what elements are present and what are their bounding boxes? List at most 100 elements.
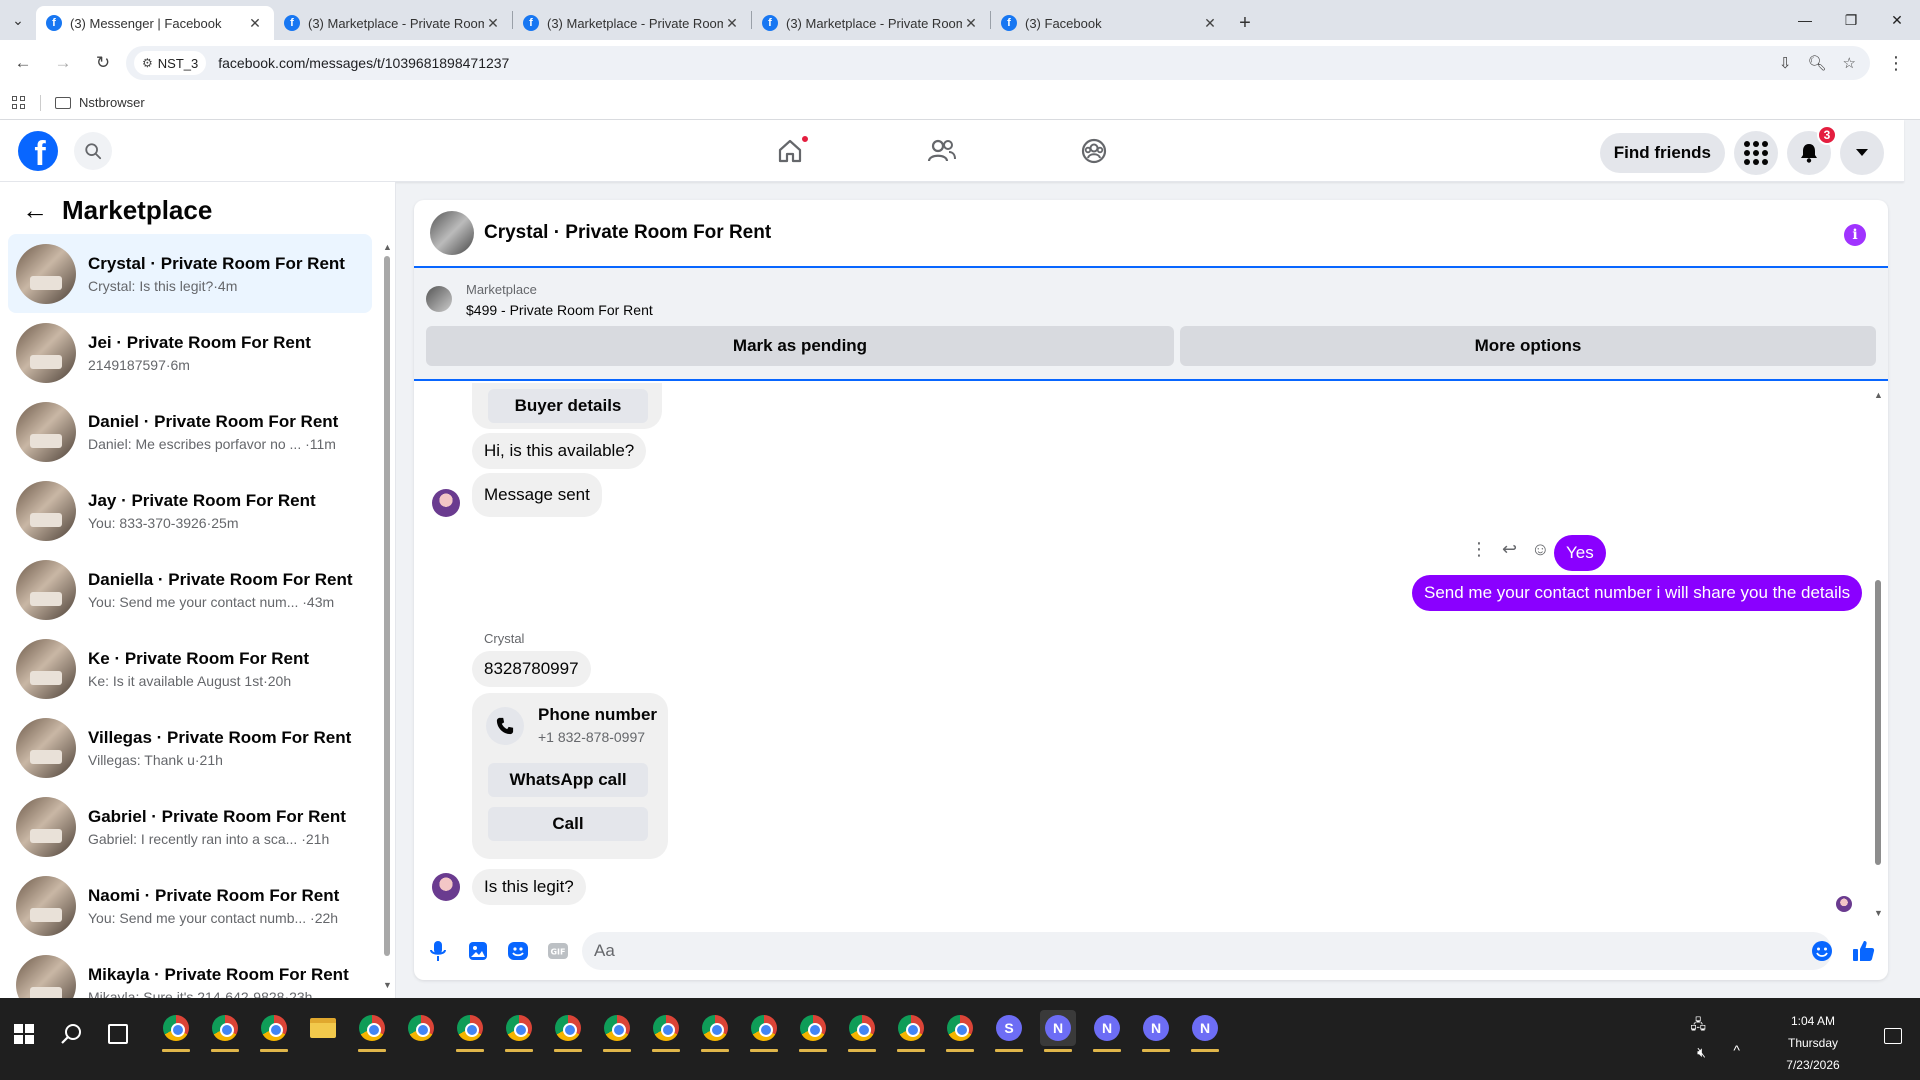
conversation-item[interactable]: Mikayla · Private Room For Rent Mikayla:… bbox=[8, 945, 372, 998]
browser-tab-marketplace-1[interactable]: f (3) Marketplace - Private Room ✕ bbox=[274, 6, 512, 40]
browser-tab-marketplace-2[interactable]: f (3) Marketplace - Private Room ✕ bbox=[513, 6, 751, 40]
sender-avatar[interactable] bbox=[432, 489, 460, 517]
minimize-icon[interactable]: — bbox=[1782, 0, 1828, 40]
back-arrow-icon[interactable]: ← bbox=[6, 46, 40, 80]
find-friends-button[interactable]: Find friends bbox=[1599, 133, 1725, 173]
mark-as-pending-button[interactable]: Mark as pending bbox=[426, 326, 1174, 366]
taskbar-chrome-app[interactable] bbox=[746, 1010, 782, 1052]
conversation-item[interactable]: Daniel · Private Room For Rent Daniel: M… bbox=[8, 392, 372, 471]
forward-arrow-icon[interactable]: → bbox=[46, 46, 80, 80]
zoom-icon[interactable]: 🔍︎ bbox=[1808, 54, 1827, 72]
taskbar-nstbrowser-app[interactable]: N bbox=[1040, 1010, 1076, 1052]
taskbar-chrome-app[interactable] bbox=[648, 1010, 684, 1052]
chat-avatar[interactable] bbox=[430, 211, 474, 255]
close-tab-icon[interactable]: ✕ bbox=[484, 15, 502, 32]
install-app-icon[interactable]: ⇩ bbox=[1779, 54, 1792, 72]
taskbar-chrome-app[interactable] bbox=[501, 1010, 537, 1052]
taskbar-chrome-app[interactable] bbox=[207, 1010, 243, 1052]
profile-chip[interactable]: ⚙ NST_3 bbox=[134, 51, 207, 75]
conversation-item[interactable]: Gabriel · Private Room For Rent Gabriel:… bbox=[8, 787, 372, 866]
info-icon[interactable]: i bbox=[1844, 224, 1866, 246]
volume-muted-icon[interactable]: 🔇︎ bbox=[1697, 1044, 1706, 1061]
more-options-button[interactable]: More options bbox=[1180, 326, 1876, 366]
facebook-logo-icon[interactable]: f bbox=[18, 131, 58, 171]
taskbar-chrome-app[interactable] bbox=[354, 1010, 390, 1052]
close-tab-icon[interactable]: ✕ bbox=[1201, 15, 1219, 32]
conversation-item[interactable]: Ke · Private Room For Rent Ke: Is it ava… bbox=[8, 629, 372, 708]
photo-icon[interactable] bbox=[466, 939, 490, 963]
more-actions-icon[interactable]: ⋮ bbox=[1470, 539, 1488, 560]
conversation-item[interactable]: Jei · Private Room For Rent 2149187597·6… bbox=[8, 313, 372, 392]
conversation-item[interactable]: Daniella · Private Room For Rent You: Se… bbox=[8, 550, 372, 629]
scroll-up-arrow-icon[interactable]: ▲ bbox=[383, 242, 392, 252]
tray-chevron-icon[interactable]: ^ bbox=[1733, 1042, 1740, 1058]
url-text[interactable]: facebook.com/messages/t/1039681898471237 bbox=[218, 55, 509, 71]
conversation-item[interactable]: Naomi · Private Room For Rent You: Send … bbox=[8, 866, 372, 945]
taskbar-file-explorer[interactable] bbox=[305, 1010, 341, 1046]
scroll-up-arrow-icon[interactable]: ▲ bbox=[1874, 390, 1883, 400]
react-emoji-icon[interactable]: ☺ bbox=[1531, 539, 1549, 560]
notification-center-icon[interactable] bbox=[1884, 1028, 1902, 1044]
new-tab-plus-icon[interactable]: + bbox=[1229, 6, 1261, 40]
buyer-details-button[interactable]: Buyer details bbox=[488, 389, 648, 423]
taskbar-chrome-app[interactable] bbox=[158, 1010, 194, 1052]
microphone-icon[interactable] bbox=[426, 939, 450, 963]
taskbar-chrome-app[interactable] bbox=[256, 1010, 292, 1052]
taskbar-app[interactable] bbox=[403, 1010, 439, 1046]
conversation-item[interactable]: Crystal · Private Room For Rent Crystal:… bbox=[8, 234, 372, 313]
scrollbar-thumb[interactable] bbox=[1875, 580, 1881, 865]
task-view-icon[interactable] bbox=[108, 1024, 128, 1044]
conversation-item[interactable]: Villegas · Private Room For Rent Villega… bbox=[8, 708, 372, 787]
account-menu-button[interactable] bbox=[1840, 131, 1884, 175]
message-input[interactable] bbox=[582, 932, 1832, 970]
taskbar-nstbrowser-app[interactable]: S bbox=[991, 1010, 1027, 1052]
taskbar-chrome-app[interactable] bbox=[893, 1010, 929, 1052]
bookmark-nstbrowser[interactable]: Nstbrowser bbox=[79, 95, 145, 110]
browser-tab-marketplace-3[interactable]: f (3) Marketplace - Private Room ✕ bbox=[752, 6, 990, 40]
taskbar-nstbrowser-app[interactable]: N bbox=[1187, 1010, 1223, 1052]
taskbar-chrome-app[interactable] bbox=[697, 1010, 733, 1052]
browser-tab-messenger[interactable]: f (3) Messenger | Facebook ✕ bbox=[36, 6, 274, 40]
search-icon[interactable] bbox=[74, 132, 112, 170]
thumbs-up-icon[interactable] bbox=[1852, 939, 1876, 963]
restore-icon[interactable]: ❐ bbox=[1828, 0, 1874, 40]
back-arrow-icon[interactable]: ← bbox=[22, 195, 48, 226]
taskbar-search-icon[interactable] bbox=[60, 1022, 84, 1051]
taskbar-chrome-app[interactable] bbox=[795, 1010, 831, 1052]
close-tab-icon[interactable]: ✕ bbox=[723, 15, 741, 32]
chat-title[interactable]: Crystal · Private Room For Rent bbox=[484, 222, 771, 244]
browser-tab-facebook[interactable]: f (3) Facebook ✕ bbox=[991, 6, 1229, 40]
notifications-button[interactable]: 3 bbox=[1787, 125, 1837, 175]
chat-scrollbar[interactable]: ▲ ▼ bbox=[1874, 390, 1883, 920]
inbox-scrollbar[interactable]: ▲ ▼ bbox=[383, 242, 392, 990]
reload-icon[interactable]: ↻ bbox=[86, 46, 120, 80]
nav-home[interactable] bbox=[740, 120, 840, 182]
close-tab-icon[interactable]: ✕ bbox=[246, 15, 264, 32]
windows-start-icon[interactable] bbox=[14, 1024, 34, 1044]
close-tab-icon[interactable]: ✕ bbox=[962, 15, 980, 32]
network-icon[interactable]: 🖧 bbox=[1690, 1014, 1706, 1038]
whatsapp-call-button[interactable]: WhatsApp call bbox=[488, 763, 648, 797]
reply-icon[interactable]: ↩ bbox=[1502, 539, 1517, 560]
scroll-down-arrow-icon[interactable]: ▼ bbox=[383, 980, 392, 990]
taskbar-chrome-app[interactable] bbox=[599, 1010, 635, 1052]
emoji-icon[interactable] bbox=[1810, 939, 1834, 963]
taskbar-chrome-app[interactable] bbox=[844, 1010, 880, 1052]
gif-icon[interactable]: GIF bbox=[546, 939, 570, 963]
nav-groups[interactable] bbox=[1044, 120, 1144, 182]
nav-friends[interactable] bbox=[892, 120, 992, 182]
browser-menu-icon[interactable]: ⋮ bbox=[1886, 46, 1906, 80]
sender-avatar[interactable] bbox=[432, 873, 460, 901]
scroll-down-arrow-icon[interactable]: ▼ bbox=[1874, 908, 1883, 918]
taskbar-nstbrowser-app[interactable]: N bbox=[1089, 1010, 1125, 1052]
taskbar-chrome-app[interactable] bbox=[452, 1010, 488, 1052]
apps-grid-icon[interactable] bbox=[12, 95, 26, 110]
address-bar[interactable]: ⚙ NST_3 facebook.com/messages/t/10396818… bbox=[126, 46, 1870, 80]
menu-grid-button[interactable] bbox=[1734, 131, 1778, 175]
taskbar-nstbrowser-app[interactable]: N bbox=[1138, 1010, 1174, 1052]
taskbar-clock[interactable]: 1:04 AM Thursday 7/23/2026 bbox=[1768, 1010, 1858, 1076]
bookmark-star-icon[interactable]: ☆ bbox=[1843, 54, 1856, 72]
scrollbar-thumb[interactable] bbox=[384, 256, 390, 956]
taskbar-chrome-app[interactable] bbox=[942, 1010, 978, 1052]
call-button[interactable]: Call bbox=[488, 807, 648, 841]
